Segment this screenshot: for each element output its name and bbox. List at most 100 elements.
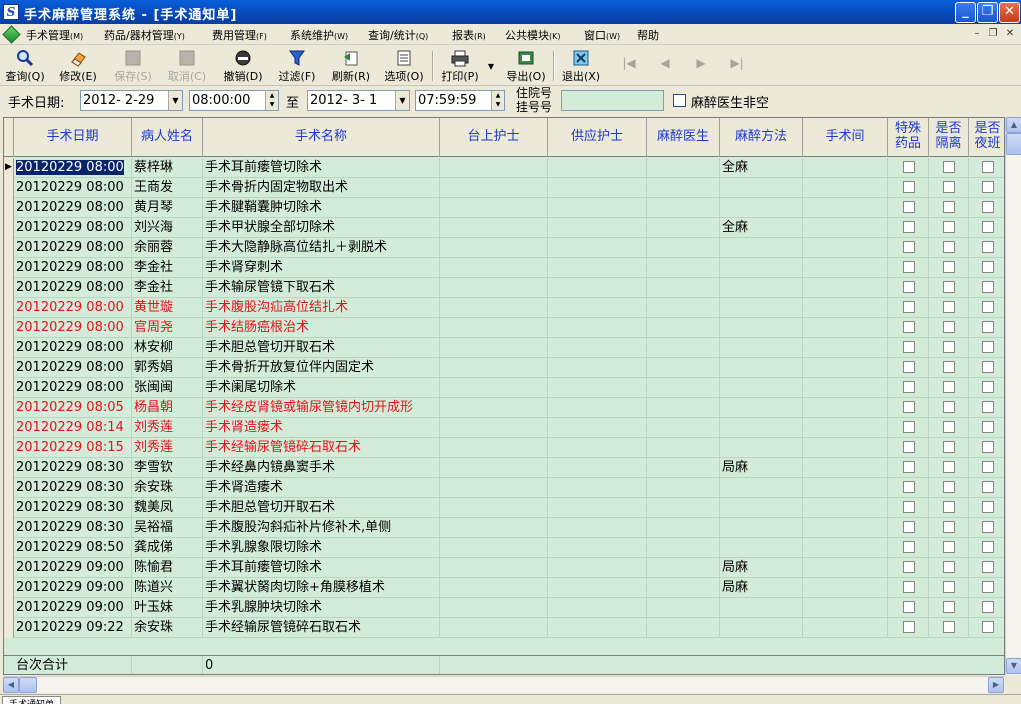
cell-operating-room[interactable] [803,378,888,398]
cell-night-shift[interactable] [969,578,1004,598]
cell-anesthesiologist[interactable] [647,338,720,358]
row-checkbox[interactable] [982,341,994,353]
cell-anesthesia-method[interactable] [720,498,803,518]
cell-patient-name[interactable]: 陈道兴 [132,578,203,598]
row-checkbox[interactable] [943,381,955,393]
close-button[interactable]: ✕ [999,2,1020,23]
filter-button[interactable]: 过滤(F) [276,49,318,83]
cell-isolation[interactable] [929,458,969,478]
cell-anesthesia-method[interactable] [720,438,803,458]
cell-patient-name[interactable]: 郭秀娟 [132,358,203,378]
cell-operating-room[interactable] [803,218,888,238]
cell-night-shift[interactable] [969,258,1004,278]
row-checkbox[interactable] [982,361,994,373]
cell-supply-nurse[interactable] [548,238,647,258]
cell-special-drug[interactable] [888,498,929,518]
end-time-spinner[interactable]: 07:59:59 ▲ ▼ [415,90,505,111]
cell-surgery-date[interactable]: 20120229 08:30 [14,518,132,538]
cell-surgery-date[interactable]: 20120229 08:00 [14,278,132,298]
cell-surgery-name[interactable]: 手术骨折开放复位伴内固定术 [203,358,440,378]
cell-operating-room[interactable] [803,158,888,178]
cell-special-drug[interactable] [888,198,929,218]
cell-surgery-date[interactable]: 20120229 08:14 [14,418,132,438]
cell-anesthesiologist[interactable] [647,178,720,198]
cell-special-drug[interactable] [888,238,929,258]
cell-surgery-name[interactable]: 手术乳腺象限切除术 [203,538,440,558]
cell-night-shift[interactable] [969,558,1004,578]
cell-anesthesiologist[interactable] [647,458,720,478]
row-indicator[interactable] [4,558,14,578]
cell-surgery-name[interactable]: 手术骨折内固定物取出术 [203,178,440,198]
scroll-right-icon[interactable]: ▶ [988,677,1004,693]
cell-anesthesiologist[interactable] [647,418,720,438]
cell-operating-room[interactable] [803,598,888,618]
col-isolation[interactable]: 是否隔离 [929,118,969,157]
cell-scrub-nurse[interactable] [440,378,548,398]
cell-surgery-date[interactable]: 20120229 09:00 [14,558,132,578]
cell-special-drug[interactable] [888,478,929,498]
row-checkbox[interactable] [982,461,994,473]
cell-scrub-nurse[interactable] [440,158,548,178]
cell-night-shift[interactable] [969,178,1004,198]
cell-scrub-nurse[interactable] [440,518,548,538]
row-checkbox[interactable] [943,341,955,353]
cell-anesthesia-method[interactable] [720,358,803,378]
cell-isolation[interactable] [929,258,969,278]
cell-surgery-date[interactable]: 20120229 08:15 [14,438,132,458]
end-date-picker[interactable]: 2012- 3- 1 ▼ [307,90,410,111]
cell-surgery-date[interactable]: 20120229 08:00 [14,198,132,218]
cell-anesthesia-method[interactable]: 局麻 [720,558,803,578]
cell-surgery-name[interactable]: 手术腱鞘囊肿切除术 [203,198,440,218]
cell-anesthesiologist[interactable] [647,478,720,498]
row-checkbox[interactable] [903,501,915,513]
refresh-button[interactable]: 刷新(R) [330,49,372,83]
col-scrub-nurse[interactable]: 台上护士 [440,118,548,157]
chevron-down-icon[interactable]: ▼ [168,91,182,110]
cell-surgery-date[interactable]: 20120229 08:00 [14,338,132,358]
cell-special-drug[interactable] [888,558,929,578]
row-indicator[interactable] [4,358,14,378]
cell-patient-name[interactable]: 官周尧 [132,318,203,338]
cell-patient-name[interactable]: 龚成俤 [132,538,203,558]
start-date-picker[interactable]: 2012- 2-29 ▼ [80,90,183,111]
cell-special-drug[interactable] [888,298,929,318]
cell-night-shift[interactable] [969,358,1004,378]
cell-anesthesia-method[interactable] [720,318,803,338]
cell-anesthesia-method[interactable] [720,478,803,498]
cell-anesthesia-method[interactable] [720,598,803,618]
cell-night-shift[interactable] [969,338,1004,358]
row-checkbox[interactable] [982,161,994,173]
cancel-button[interactable]: 取消(C) [166,49,208,83]
row-indicator[interactable] [4,338,14,358]
cell-patient-name[interactable]: 张闽闽 [132,378,203,398]
cell-special-drug[interactable] [888,618,929,638]
cell-surgery-date[interactable]: 20120229 08:00 [14,318,132,338]
cell-anesthesia-method[interactable] [720,198,803,218]
row-indicator[interactable] [4,318,14,338]
cell-anesthesia-method[interactable]: 全麻 [720,158,803,178]
cell-surgery-name[interactable]: 手术经皮肾镜或输尿管镜内切开成形 [203,398,440,418]
col-surgery-date[interactable]: 手术日期 [14,118,132,157]
cell-patient-name[interactable]: 陈愉君 [132,558,203,578]
cell-surgery-name[interactable]: 手术肾穿刺术 [203,258,440,278]
row-checkbox[interactable] [982,221,994,233]
row-checkbox[interactable] [943,501,955,513]
table-row[interactable]: 20120229 08:00 黄世璇 手术腹股沟疝高位结扎术 [4,298,1004,318]
table-row[interactable]: 20120229 08:50 龚成俤 手术乳腺象限切除术 [4,538,1004,558]
cell-isolation[interactable] [929,158,969,178]
cell-surgery-date[interactable]: 20120229 08:00 [14,238,132,258]
cell-anesthesia-method[interactable] [720,238,803,258]
cell-patient-name[interactable]: 李雪钦 [132,458,203,478]
cell-operating-room[interactable] [803,238,888,258]
table-row[interactable]: 20120229 09:00 叶玉妹 手术乳腺肿块切除术 [4,598,1004,618]
cell-supply-nurse[interactable] [548,258,647,278]
cell-surgery-date[interactable]: 20120229 08:00 [14,358,132,378]
cell-isolation[interactable] [929,618,969,638]
cell-anesthesiologist[interactable] [647,238,720,258]
cell-anesthesia-method[interactable]: 局麻 [720,578,803,598]
cell-patient-name[interactable]: 杨昌朝 [132,398,203,418]
cell-special-drug[interactable] [888,338,929,358]
row-checkbox[interactable] [982,541,994,553]
cell-anesthesiologist[interactable] [647,218,720,238]
row-indicator[interactable] [4,298,14,318]
